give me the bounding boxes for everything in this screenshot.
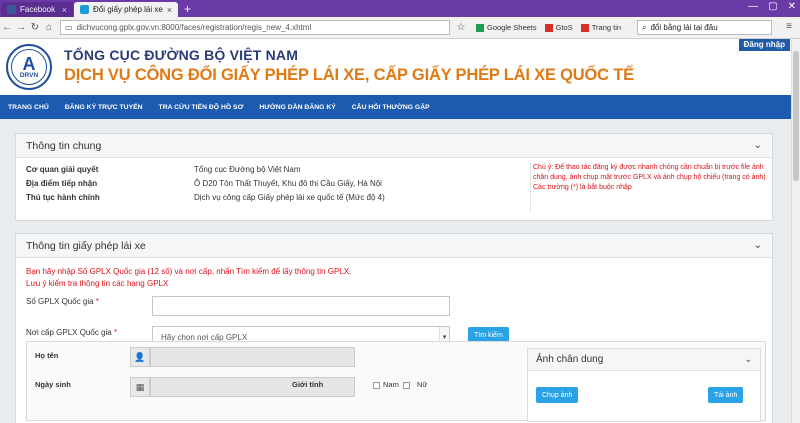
name-input[interactable] xyxy=(150,347,355,367)
login-button[interactable]: Đăng nhập xyxy=(738,39,790,51)
calendar-icon: ▦ xyxy=(130,377,150,397)
general-info-panel: Thông tin chung ⌄ Cơ quan giải quyết Tổn… xyxy=(15,133,773,221)
label-text: Số GPLX Quốc gia xyxy=(26,297,94,306)
note-text: Chú ý: Để thao tác đăng ký được nhanh ch… xyxy=(533,164,766,181)
license-info-panel: Thông tin giấy phép lái xe ⌄ Bạn hãy nhậ… xyxy=(15,233,773,423)
female-checkbox[interactable] xyxy=(402,381,410,389)
browser-search-input[interactable]: ⌕ đổi bằng lái tại đâu xyxy=(637,20,772,35)
row-label: Thủ tục hành chính xyxy=(26,193,100,202)
nav-home[interactable]: TRANG CHỦ xyxy=(0,104,57,111)
bookmark-google-sheets[interactable]: Google Sheets xyxy=(476,23,537,32)
nav-faq[interactable]: CÂU HỎI THƯỜNG GẶP xyxy=(344,104,438,111)
close-icon[interactable]: × xyxy=(62,5,67,15)
general-info-header[interactable]: Thông tin chung ⌄ xyxy=(16,134,772,158)
license-info-header[interactable]: Thông tin giấy phép lái xe ⌄ xyxy=(16,234,772,258)
facebook-icon xyxy=(7,5,16,14)
minimize-icon[interactable]: — xyxy=(748,1,758,12)
capture-photo-button[interactable]: Chụp ảnh xyxy=(536,387,579,403)
nav-track-status[interactable]: TRA CỨU TIẾN ĐỘ HỒ SƠ xyxy=(151,104,252,111)
license-number-label: Số GPLX Quốc gia * xyxy=(26,297,99,306)
gender-options: Nam Nữ xyxy=(373,380,427,389)
portrait-header[interactable]: Ảnh chân dung ⌄ xyxy=(528,349,760,371)
bookmark-label: GtoS xyxy=(555,23,573,32)
tab-label: Facebook xyxy=(20,5,56,14)
gmail-icon xyxy=(544,23,553,32)
address-bar: ← → ↻ ⌂ ▭ dichvucong.gplx.gov.vn:8000/fa… xyxy=(0,17,800,39)
site-icon xyxy=(80,5,89,14)
logo-sub: DRVN xyxy=(19,71,39,79)
dob-input[interactable] xyxy=(150,377,355,397)
row-value: Ô D20 Tôn Thất Thuyết, Khu đô thị Cầu Gi… xyxy=(194,179,382,188)
label-text: Nơi cấp GPLX Quốc gia xyxy=(26,328,112,337)
close-icon[interactable]: × xyxy=(167,5,172,15)
tab-facebook[interactable]: Facebook × xyxy=(1,2,73,17)
service-title: DỊCH VỤ CÔNG ĐỔI GIẤY PHÉP LÁI XE, CẤP G… xyxy=(64,66,634,84)
search-icon: ⌕ xyxy=(642,22,647,32)
portrait-panel: Ảnh chân dung ⌄ Chụp ảnh Tải ảnh xyxy=(527,348,761,422)
bookmark-label: Google Sheets xyxy=(487,23,537,32)
bookmark-icon xyxy=(580,23,589,32)
main-nav: TRANG CHỦ ĐĂNG KÝ TRỰC TUYẾN TRA CỨU TIẾ… xyxy=(0,95,791,119)
chevron-down-icon[interactable]: ⌄ xyxy=(754,240,762,251)
required-note: Các trường (*) là bắt buộc nhập xyxy=(533,184,632,191)
browser-tab-bar: Facebook × Đổi giấy phép lái xe × + — ▢ … xyxy=(0,0,800,17)
portrait-title: Ảnh chân dung xyxy=(536,354,604,365)
close-window-icon[interactable]: ✕ xyxy=(788,1,796,12)
menu-icon[interactable]: ≡ xyxy=(786,21,792,32)
page-scrollbar[interactable] xyxy=(791,39,800,423)
page: A DRVN TỔNG CỤC ĐƯỜNG BỘ VIỆT NAM DỊCH V… xyxy=(0,39,791,423)
user-icon: 👤 xyxy=(130,347,150,367)
dob-label: Ngày sinh xyxy=(35,380,71,389)
nav-guide[interactable]: HƯỚNG DẪN ĐĂNG KÝ xyxy=(251,104,343,111)
search-text: đổi bằng lái tại đâu xyxy=(650,23,718,32)
logo-inner: A DRVN xyxy=(11,49,47,85)
bookmark-trang-tin[interactable]: Trang tin xyxy=(580,23,622,32)
reload-icon[interactable]: ↻ xyxy=(28,22,42,33)
license-number-input[interactable] xyxy=(152,296,450,316)
male-checkbox[interactable] xyxy=(373,381,380,389)
attention-note: Chú ý: Để thao tác đăng ký được nhanh ch… xyxy=(530,163,770,213)
nav-register-online[interactable]: ĐĂNG KÝ TRỰC TUYẾN xyxy=(57,104,151,111)
scrollbar-thumb[interactable] xyxy=(793,51,799,181)
site-header: A DRVN TỔNG CỤC ĐƯỜNG BỘ VIỆT NAM DỊCH V… xyxy=(0,39,791,95)
sheets-icon xyxy=(476,23,484,32)
issuer-label: Nơi cấp GPLX Quốc gia * xyxy=(26,328,117,337)
url-text: dichvucong.gplx.gov.vn:8000/faces/regist… xyxy=(76,23,312,32)
row-label: Địa điểm tiếp nhận xyxy=(26,179,98,188)
driver-info-subpanel: Họ tên 👤 Ngày sinh ▦ Giới tính Nam Nữ Ản… xyxy=(26,341,766,422)
new-tab-button[interactable]: + xyxy=(184,2,191,17)
upload-photo-button[interactable]: Tải ảnh xyxy=(708,387,744,403)
chevron-down-icon[interactable]: ⌄ xyxy=(754,140,762,151)
row-value: Tổng cục Đường bộ Việt Nam xyxy=(194,165,301,174)
forward-icon[interactable]: → xyxy=(14,22,28,33)
female-label: Nữ xyxy=(416,380,428,389)
panel-title: Thông tin giấy phép lái xe xyxy=(26,239,146,252)
bookmark-label: Trang tin xyxy=(591,23,622,32)
row-label: Cơ quan giải quyết xyxy=(26,165,99,174)
row-value: Dịch vụ công cấp Giấy phép lái xe quốc t… xyxy=(194,193,385,202)
tab-license[interactable]: Đổi giấy phép lái xe × xyxy=(74,2,178,17)
org-name: TỔNG CỤC ĐƯỜNG BỘ VIỆT NAM xyxy=(64,47,299,63)
chevron-down-icon[interactable]: ⌄ xyxy=(744,354,752,365)
url-input[interactable]: ▭ dichvucong.gplx.gov.vn:8000/faces/regi… xyxy=(60,20,450,35)
page-icon: ▭ xyxy=(65,23,73,32)
star-icon[interactable]: ☆ xyxy=(454,22,468,33)
gender-label: Giới tính xyxy=(292,380,324,389)
maximize-icon[interactable]: ▢ xyxy=(768,1,777,12)
instruction-text: Bạn hãy nhập Số GPLX Quốc gia (12 số) và… xyxy=(26,267,352,276)
drvn-logo[interactable]: A DRVN xyxy=(6,44,52,90)
male-label: Nam xyxy=(383,380,399,389)
back-icon[interactable]: ← xyxy=(0,22,14,33)
panel-title: Thông tin chung xyxy=(26,139,102,152)
required-mark: * xyxy=(95,297,99,306)
bookmark-gtos[interactable]: GtoS xyxy=(544,23,573,32)
home-icon[interactable]: ⌂ xyxy=(42,22,56,33)
tab-label: Đổi giấy phép lái xe xyxy=(93,5,163,14)
instruction-note: Lưu ý kiểm tra thông tin các hạng GPLX xyxy=(26,279,169,288)
required-mark: * xyxy=(113,328,118,337)
logo-letter: A xyxy=(22,53,36,74)
name-label: Họ tên xyxy=(35,351,59,360)
window-controls: — ▢ ✕ xyxy=(748,1,796,12)
